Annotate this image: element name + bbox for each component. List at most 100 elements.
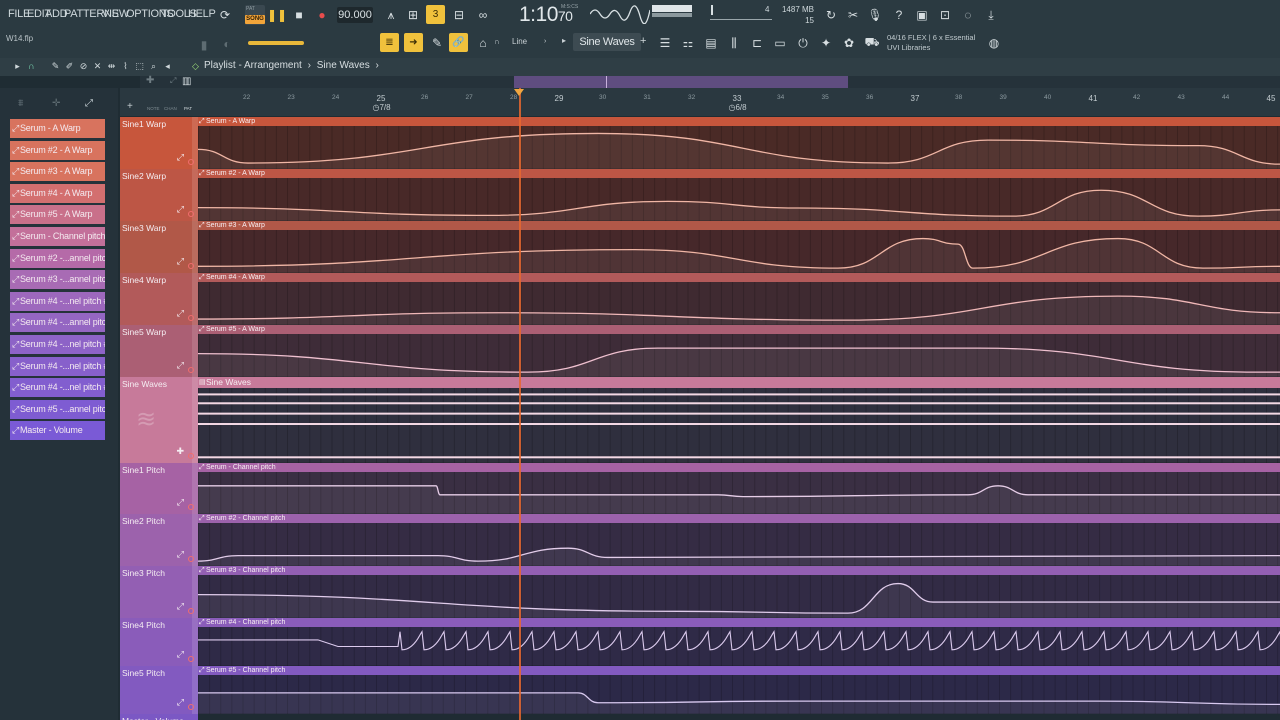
picker-item[interactable]: ⤢ Serum #4 -...annel pitch xyxy=(10,313,105,333)
draw-tool-icon[interactable]: ✎ xyxy=(428,34,446,52)
track-header[interactable]: Sine1 Warp ⤢ xyxy=(120,117,198,169)
time-signature-marker[interactable]: ◷7/8 xyxy=(373,103,391,112)
news-info-panel[interactable]: 04/16 FLEX | 6 x Essential UVI Libraries xyxy=(887,33,975,53)
master-level-bar[interactable] xyxy=(248,41,304,45)
playlist-menu-arrow-icon[interactable]: ▸ xyxy=(12,61,23,72)
time-signature-marker[interactable]: ◷6/8 xyxy=(729,103,747,112)
overview-scroll-thumb[interactable] xyxy=(514,76,848,88)
mute-tool-icon[interactable]: ✕ xyxy=(92,61,103,72)
automation-clip-graph[interactable] xyxy=(198,377,1280,463)
track-header[interactable]: Sine1 Pitch ⤢ xyxy=(120,463,198,514)
playlist-icon[interactable]: ☰ xyxy=(656,34,674,52)
clip-header[interactable]: ⤢ Serum - Channel pitch xyxy=(198,463,1280,472)
picker-patterns-icon[interactable]: ⩩ xyxy=(18,98,23,109)
picker-automation-icon[interactable]: ⤢ xyxy=(85,98,93,109)
picker-item[interactable]: ⤢ Serum #4 -...nel pitch #5 xyxy=(10,291,105,311)
render-icon[interactable]: ⊡ xyxy=(936,6,954,24)
globe-icon[interactable]: ◍ xyxy=(985,34,1003,52)
picker-item[interactable]: ⤢ Serum #4 - A Warp xyxy=(10,183,105,203)
picker-item[interactable]: ⤢ Serum #4 -...nel pitch #2 xyxy=(10,335,105,354)
tempo-display[interactable]: 90.000 xyxy=(337,7,373,23)
picker-item[interactable]: ⤢ Serum #2 - A Warp xyxy=(10,140,105,160)
automation-link-icon[interactable]: ⤢ xyxy=(177,204,184,215)
playlist-track-lane[interactable]: ⤢⤢⤢⤢⤢⤢⤢⤢⤢⤢⤢⤢⤢⤢⤢⤢⤢⤢⤢⤢⤢⤢⤢⤢⤢⤢⤢⤢⤢⤢⤢⤢⤢⤢⤢⤢⤢⤢⤢⤢… xyxy=(198,618,1280,666)
mixer-icon[interactable]: ⫼ xyxy=(725,34,743,52)
track-header[interactable]: Sine3 Pitch ⤢ xyxy=(120,566,198,618)
master-volume-dial-icon[interactable]: ◐ xyxy=(218,35,236,53)
playlist-track-lane[interactable]: ⤢ Serum - A Warp xyxy=(198,117,1280,169)
pattern-selector[interactable]: Sine Waves xyxy=(573,33,641,51)
track-add-icon[interactable]: ✚ xyxy=(176,446,184,457)
clip-header[interactable]: ⤢ Serum #2 - Channel pitch xyxy=(198,514,1280,523)
stamp-tool-icon[interactable]: ⌂ xyxy=(474,34,492,52)
download-icon[interactable]: ⤓ xyxy=(982,6,1000,24)
track-header[interactable]: Sine Waves ✚ ≋ xyxy=(120,377,198,463)
playlist-track-lane[interactable]: ⤢ Serum - Channel pitch xyxy=(198,463,1280,514)
select-tool-icon[interactable]: ⬚ xyxy=(134,61,145,72)
channel-rack-icon[interactable]: ▤ xyxy=(702,34,720,52)
pause-button[interactable]: ❚❚ xyxy=(267,6,287,24)
view-mode-icon[interactable]: ▥ xyxy=(182,76,191,87)
song-overview-scrollbar[interactable] xyxy=(198,76,1280,88)
playhead-line[interactable] xyxy=(519,88,521,720)
add-pattern-icon[interactable]: + xyxy=(640,35,646,47)
playlist-track-lane[interactable]: ⤢ Serum #2 - A Warp xyxy=(198,169,1280,221)
timeline-ruler[interactable]: 22 23 24 25 26 27 28 29 30 31 32 33 34 35 36 37 38 39 40 41… xyxy=(198,88,1280,116)
step-edit-icon[interactable]: ⊞ xyxy=(404,6,422,24)
piano-roll-icon[interactable]: ⚏ xyxy=(679,34,697,52)
save-icon[interactable]: ▣ xyxy=(913,6,931,24)
playlist-track-lane[interactable]: ⤢ Serum #4 - A Warp xyxy=(198,273,1280,325)
pattern-song-toggle[interactable]: PAT SONG xyxy=(245,5,265,25)
track-header[interactable]: Sine4 Pitch ⤢ xyxy=(120,618,198,666)
paint-tool-icon[interactable]: ✐ xyxy=(64,61,75,72)
pencil-tool-icon[interactable]: ✎ xyxy=(50,61,61,72)
picker-item[interactable]: ⤢ Serum #2 -...annel pitch xyxy=(10,248,105,268)
playlist-track-lane[interactable]: ⤢ Serum #5 - A Warp xyxy=(198,325,1280,377)
master-volume-knob[interactable] xyxy=(711,5,713,15)
add-track-icon[interactable]: ✚ xyxy=(146,75,154,86)
track-mute-led[interactable] xyxy=(188,656,194,662)
automation-link-icon[interactable]: ⤢ xyxy=(177,549,184,560)
snap-magnet-icon[interactable]: ∩ xyxy=(26,61,37,72)
track-mute-led[interactable] xyxy=(188,504,194,510)
track-header[interactable]: Sine2 Pitch ⤢ xyxy=(120,514,198,566)
clip-header[interactable]: ⤢ Serum - A Warp xyxy=(198,117,1280,126)
cut-tools-icon[interactable]: ✂ xyxy=(844,6,862,24)
automation-link-icon[interactable]: ⤢ xyxy=(177,697,184,708)
chat-icon[interactable]: ◌ xyxy=(959,6,977,24)
picker-item[interactable]: ⤢ Serum - A Warp xyxy=(10,119,105,138)
playlist-current-pattern[interactable]: Sine Waves xyxy=(317,60,370,71)
automation-link-icon[interactable]: ⤢ xyxy=(177,601,184,612)
add-track-plus-icon[interactable]: + xyxy=(127,101,133,112)
picker-item[interactable]: ⤢ Master - Volume xyxy=(10,421,105,441)
browser-icon[interactable]: ⊏ xyxy=(748,34,766,52)
clip-header[interactable]: ⤢ Serum #5 - A Warp xyxy=(198,325,1280,334)
arrangement-area[interactable]: ⤢ Serum - A Warp ⤢ Serum #2 - A Warp ⤢ Serum … xyxy=(198,117,1280,720)
snap-select[interactable]: ∩ Line › xyxy=(494,34,552,50)
playlist-track-lane[interactable]: ⤢ Serum #3 - Channel pitch xyxy=(198,566,1280,618)
menu-view[interactable]: VIEW xyxy=(102,8,129,22)
track-mute-led[interactable] xyxy=(188,704,194,710)
master-pitch-slider[interactable] xyxy=(710,19,772,20)
countdown-button[interactable]: 3 xyxy=(426,5,445,24)
track-mute-led[interactable] xyxy=(188,263,194,269)
clip-header[interactable]: ⤢ Serum #5 - Channel pitch xyxy=(198,666,1280,675)
track-header[interactable]: Sine2 Warp ⤢ xyxy=(120,169,198,221)
automation-link-icon[interactable]: ⤢ xyxy=(177,649,184,660)
picker-item[interactable]: ⤢ Serum #5 -...annel pitch xyxy=(10,399,105,419)
picker-item[interactable]: ⤢ Serum #4 -...nel pitch #4 xyxy=(10,378,105,398)
track-header[interactable]: Sine5 Pitch ⤢ xyxy=(120,666,198,714)
automation-link-icon[interactable]: ⤢ xyxy=(177,497,184,508)
record-button[interactable]: ● xyxy=(313,6,331,24)
track-mute-led[interactable] xyxy=(188,159,194,165)
plugin-plug-icon[interactable]: ⏻ xyxy=(794,34,812,52)
track-mute-led[interactable] xyxy=(188,453,194,459)
automation-link-icon[interactable]: ⤢ xyxy=(177,152,184,163)
automation-link-icon[interactable]: ⤢ xyxy=(177,308,184,319)
performance-icon[interactable]: ✦ xyxy=(817,34,835,52)
picker-item[interactable]: ⤢ Serum #3 -...annel pitch xyxy=(10,270,105,290)
automation-link-icon[interactable]: ⤢ xyxy=(177,256,184,267)
picker-audio-icon[interactable]: ✛ xyxy=(52,98,60,109)
pattern-pick-icon[interactable]: ⤢ xyxy=(170,76,176,86)
clip-header[interactable]: ⤢ Serum #2 - A Warp xyxy=(198,169,1280,178)
